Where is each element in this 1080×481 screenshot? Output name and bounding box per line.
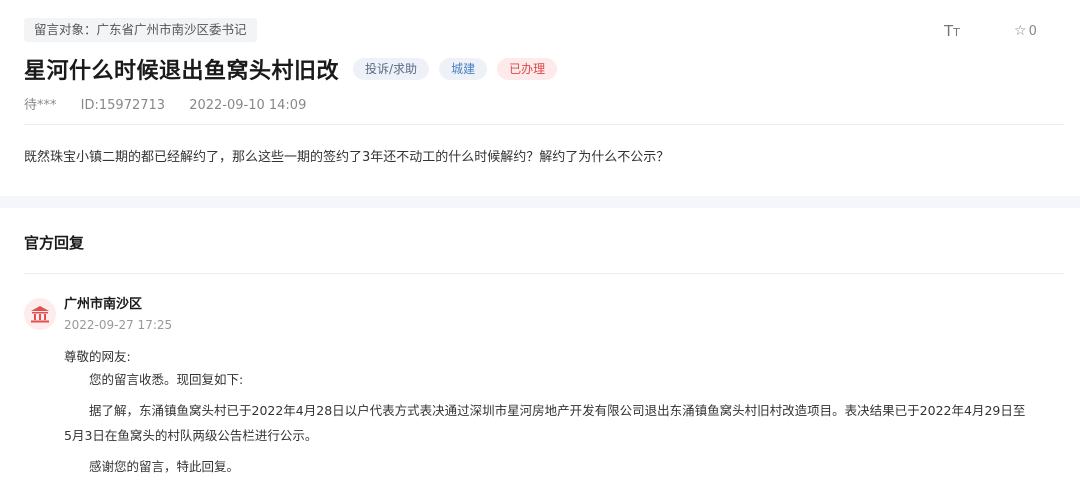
message-section: 留言对象：广东省广州市南沙区委书记 TT ☆ 0 星河什么时候退出鱼窝头村旧改 投… (0, 0, 1080, 196)
post-time: 2022-09-10 14:09 (189, 98, 307, 113)
reply-heading: 官方回复 (24, 234, 85, 252)
star-icon: ☆ (1014, 23, 1027, 39)
reply-line: 您的留言收悉。现回复如下: (89, 371, 244, 387)
divider (24, 124, 1064, 125)
favorite-count: 0 (1028, 24, 1037, 39)
reply-greeting: 尊敬的网友: (64, 349, 131, 364)
reply-line: 5月3日在鱼窝头的村队两级公告栏进行公示。 (64, 427, 318, 443)
reply-closing: 感谢您的留言，特此回复。 (89, 459, 240, 474)
type-tag: 投诉/求助 (353, 58, 430, 80)
post-meta: 待*** ID:15972713 2022-09-10 14:09 (24, 96, 326, 116)
reply-paragraph: 据了解，东涌镇鱼窝头村已于2022年4月28日以户代表方式表决通过深圳市星河房地… (64, 399, 1068, 448)
favorite-button[interactable]: ☆ 0 (1014, 22, 1037, 41)
divider (24, 273, 1064, 274)
field-tag: 城建 (439, 58, 488, 80)
reply-body: 尊敬的网友: 您的留言收悉。现回复如下: (64, 346, 1068, 391)
page-title: 星河什么时候退出鱼窝头村旧改 (24, 59, 340, 84)
reply-org-name: 广州市南沙区 (64, 297, 143, 312)
message-target-chip: 留言对象：广东省广州市南沙区委书记 (24, 18, 257, 42)
post-id: ID:15972713 (80, 98, 166, 113)
government-building-icon (24, 298, 56, 330)
section-separator (0, 196, 1080, 208)
title-row: 星河什么时候退出鱼窝头村旧改 投诉/求助 城建 已办理 (24, 52, 558, 86)
reply-line: 据了解，东涌镇鱼窝头村已于2022年4月28日以户代表方式表决通过深圳市星河房地… (89, 403, 1026, 418)
font-size-icon[interactable]: TT (944, 22, 960, 42)
status-badge: 已办理 (497, 58, 558, 80)
message-content: 既然珠宝小镇二期的都已经解约了，那么这些一期的签约了3年还不动工的什么时候解约？… (24, 150, 670, 165)
reply-time: 2022-09-27 17:25 (64, 318, 173, 332)
author-name: 待*** (24, 98, 57, 113)
